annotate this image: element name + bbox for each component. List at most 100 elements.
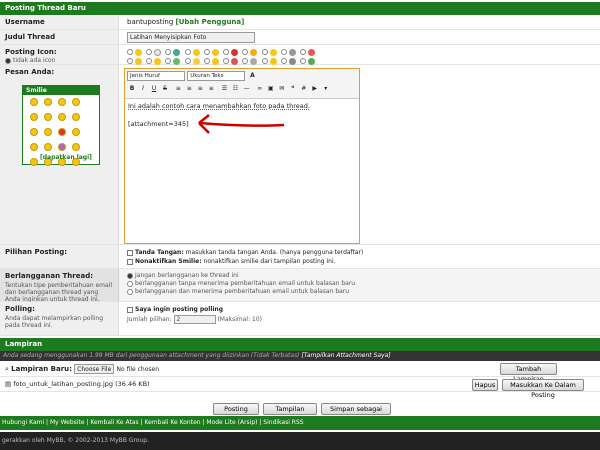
attachments-header: Lampiran — [0, 338, 600, 351]
justify-icon[interactable]: ≡ — [206, 84, 216, 93]
font-select[interactable]: Jenis Huruf — [127, 71, 185, 81]
subscribe-option-silent[interactable]: berlangganan tanpa menerima pemberitahua… — [127, 280, 355, 288]
polling-label: Polling: — [5, 305, 35, 313]
link-icon[interactable]: ∞ — [255, 84, 265, 93]
heart-icon — [231, 48, 239, 56]
leaf-icon — [308, 57, 316, 65]
bullet-list-icon[interactable]: ☰ — [219, 84, 229, 93]
font-color-icon[interactable]: A — [247, 71, 257, 80]
delete-attachment-button[interactable]: Hapus — [472, 379, 498, 391]
no-file-text: No file chosen — [116, 366, 160, 373]
polling-row: Polling: Anda dapat melampirkan polling … — [0, 302, 600, 336]
editor: Jenis Huruf Ukuran Teks A BIUS ≡ ≡ ≡ ≡ ☰ ☷ — … — [124, 68, 360, 244]
subscribe-label: Berlangganan Thread: — [5, 272, 94, 280]
disable-smilie-title: Nonaktifkan Smilie: — [135, 258, 202, 265]
signature-option[interactable]: Tanda Tangan: masukkan tanda tangan Anda… — [127, 248, 363, 257]
italic-icon[interactable]: I — [138, 84, 148, 93]
align-left-icon[interactable]: ≡ — [173, 84, 183, 93]
add-attachment-button[interactable]: Tambah Lampiran — [500, 363, 557, 383]
message-label: Pesan Anda: — [5, 68, 55, 76]
change-user-link[interactable]: [Ubah Pengguna] — [176, 18, 245, 26]
grin-icon — [269, 48, 277, 56]
icon-grid[interactable] — [123, 45, 323, 65]
username-value-wrap: bantuposting [Ubah Pengguna] — [123, 15, 248, 29]
code-icon[interactable]: # — [299, 84, 309, 93]
subscribe-row: Berlangganan Thread: Tentukan tipe pembe… — [0, 269, 600, 310]
question-icon — [154, 48, 162, 56]
subscribe-option-none[interactable]: Jangan berlangganan ke thread ini — [127, 272, 355, 280]
icon-none-option[interactable]: tidak ada icon — [5, 57, 113, 64]
annotation-arrow — [198, 114, 285, 134]
save-draft-button[interactable]: Simpan sebagai naskah — [321, 403, 391, 423]
more-icon[interactable]: ▾ — [321, 84, 331, 93]
paperclip-icon: ⌕ — [5, 365, 9, 373]
editor-toolbar: Jenis Huruf Ukuran Teks A BIUS ≡ ≡ ≡ ≡ ☰ ☷ — … — [125, 69, 359, 99]
choose-file-button[interactable]: Choose File — [74, 364, 115, 374]
poll-count-label: Jumlah pilihan: — [127, 316, 172, 323]
usage-text: Anda sedang menggunakan 1.99 MB dari pen… — [3, 352, 300, 359]
number-list-icon[interactable]: ☷ — [230, 84, 240, 93]
hr-icon[interactable]: — — [241, 84, 251, 93]
bulb-icon — [192, 57, 200, 65]
alien-icon — [173, 57, 181, 65]
subscribe-option-none-label: Jangan berlangganan ke thread ini — [135, 272, 239, 279]
options-label: Pilihan Posting: — [0, 245, 119, 268]
size-select[interactable]: Ukuran Teks — [187, 71, 246, 81]
signature-title: Tanda Tangan: — [135, 249, 184, 256]
disable-smilie-text: nonaktifkan smilie dari tampilan posting… — [203, 258, 336, 265]
options-list: Tanda Tangan: masukkan tanda tangan Anda… — [123, 245, 367, 268]
angry-icon — [231, 57, 239, 65]
powered-by: gerakkan oleh MyBB, © 2002-2013 MyBB Gro… — [2, 437, 149, 444]
view-attachments-link[interactable]: [Tampilkan Attachment Saya] — [301, 352, 390, 359]
footer-links[interactable]: Hubungi Kami | My Website | Kembali Ke A… — [2, 419, 304, 426]
rainbow-icon — [308, 48, 316, 56]
image-icon[interactable]: ▣ — [266, 84, 276, 93]
subject-row: Judul Thread Latihan Menyisipkan Foto — [0, 30, 600, 45]
email-icon[interactable]: ✉ — [277, 84, 287, 93]
subscribe-option-email-label: berlangganan dan menerima pemberitahuan … — [135, 288, 350, 295]
polling-label-wrap: Polling: Anda dapat melampirkan polling … — [0, 302, 119, 335]
signature-text: masukkan tanda tangan Anda. (hanya pengg… — [185, 249, 364, 256]
subject-input[interactable]: Latihan Menyisipkan Foto — [127, 32, 255, 43]
smilie-panel-title: Smilie — [23, 86, 99, 95]
footer-powered-bar: gerakkan oleh MyBB, © 2002-2013 MyBB Gro… — [0, 432, 600, 450]
star-icon — [250, 48, 258, 56]
preview-button[interactable]: Tampilan Posting — [263, 403, 317, 423]
align-center-icon[interactable]: ≡ — [184, 84, 194, 93]
polling-checkbox[interactable]: Saya ingin posting polling — [127, 305, 262, 315]
more-smilies-link[interactable]: [dapatkan lagi] — [40, 154, 92, 161]
photo-icon — [288, 57, 296, 65]
subscribe-label-wrap: Berlangganan Thread: Tentukan tipe pembe… — [0, 269, 119, 310]
underline-icon[interactable]: U — [149, 84, 159, 93]
polling-controls: Saya ingin posting polling Jumlah piliha… — [123, 302, 266, 335]
polling-desc: Anda dapat melampirkan polling pada thre… — [5, 315, 104, 329]
username-value: bantuposting — [127, 18, 174, 26]
video-icon[interactable]: ▶ — [310, 84, 320, 93]
icon-label: Posting Icon: — [5, 48, 57, 56]
quote-icon[interactable]: ❝ — [288, 84, 298, 93]
disable-smilie-option[interactable]: Nonaktifkan Smilie: nonaktifkan smilie d… — [127, 257, 363, 266]
bold-icon[interactable]: B — [127, 84, 137, 93]
new-attachment: ⌕ Lampiran Baru: Choose File No file cho… — [5, 364, 159, 374]
attachment-file-name: foto_untuk_latihan_posting.jpg (36.46 KB… — [13, 380, 150, 388]
tongue-icon — [211, 57, 219, 65]
subject-label: Judul Thread — [0, 30, 119, 44]
insert-attachment-button[interactable]: Masukkan Ke Dalam Posting — [502, 379, 584, 399]
icon-row: Posting Icon: tidak ada icon — [0, 45, 600, 65]
subscribe-option-email[interactable]: berlangganan dan menerima pemberitahuan … — [127, 288, 355, 296]
post-thread-button[interactable]: Posting Thread — [213, 403, 259, 423]
align-right-icon[interactable]: ≡ — [195, 84, 205, 93]
icon-none-label: tidak ada icon — [13, 57, 56, 64]
attachment-file-row: ▤ foto_untuk_latihan_posting.jpg (36.46 … — [0, 377, 600, 399]
happy-icon — [192, 48, 200, 56]
paper-icon — [173, 48, 181, 56]
usage-bar: Anda sedang menggunakan 1.99 MB dari pen… — [0, 351, 600, 361]
message-label-wrap: Pesan Anda: Smilie [dapatkan lagi] — [0, 65, 119, 244]
username-label: Username — [0, 15, 119, 29]
new-attachment-label: Lampiran Baru: — [11, 365, 72, 373]
attachment-file: ▤ foto_untuk_latihan_posting.jpg (36.46 … — [5, 380, 150, 388]
strike-icon[interactable]: S — [160, 84, 170, 93]
poll-count-input[interactable]: 2 — [173, 315, 216, 324]
username-row: Username bantuposting [Ubah Pengguna] — [0, 15, 600, 30]
editor-text: Ini adalah contoh cara menambahkan foto … — [128, 102, 310, 110]
